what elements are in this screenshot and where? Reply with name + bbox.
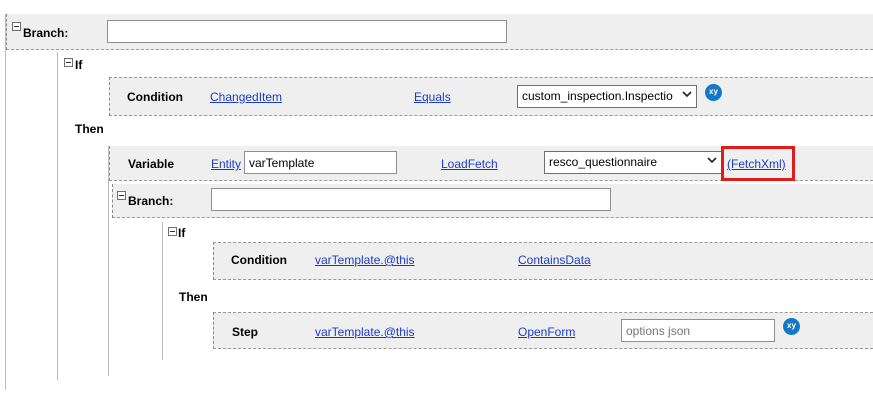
xy-variable-icon[interactable]: xy xyxy=(705,84,722,101)
inner-condition-left-operand-link[interactable]: varTemplate.@this xyxy=(315,253,415,267)
outer-branch-label: Branch: xyxy=(23,26,69,40)
step-row-left-dash xyxy=(213,312,214,349)
collapse-toggle-icon[interactable] xyxy=(117,191,126,200)
collapse-toggle-icon[interactable] xyxy=(64,58,73,67)
outer-condition-operator-link[interactable]: Equals xyxy=(414,90,451,104)
step-options-input[interactable] xyxy=(621,319,775,342)
tree-line-inner-if xyxy=(162,222,163,360)
tree-line-root xyxy=(5,14,6,390)
inner-branch-input[interactable] xyxy=(211,188,611,211)
outer-condition-label: Condition xyxy=(127,90,183,104)
variable-type-link[interactable]: Entity xyxy=(211,157,241,171)
outer-condition-value-select[interactable]: custom_inspection.Inspectio xyxy=(517,85,697,108)
step-target-link[interactable]: varTemplate.@this xyxy=(315,325,415,339)
inner-branch-label: Branch: xyxy=(128,194,174,208)
fetchxml-link[interactable]: (FetchXml) xyxy=(727,157,786,171)
variable-name-input[interactable] xyxy=(244,151,397,174)
outer-branch-input[interactable] xyxy=(107,20,507,43)
collapse-toggle-icon[interactable] xyxy=(168,227,177,236)
inner-branch-left-dash xyxy=(112,184,113,218)
inner-then-label: Then xyxy=(179,290,208,304)
variable-entity-select[interactable]: resco_questionnaire xyxy=(544,151,722,174)
xy-variable-icon[interactable]: xy xyxy=(783,318,800,335)
outer-condition-left-operand-link[interactable]: ChangedItem xyxy=(210,90,282,104)
inner-condition-operator-link[interactable]: ContainsData xyxy=(518,253,591,267)
inner-condition-left-dash xyxy=(213,242,214,280)
variable-label: Variable xyxy=(128,157,175,171)
tree-line-outer-if xyxy=(57,52,58,380)
chevron-down-icon xyxy=(682,91,692,98)
variable-action-link[interactable]: LoadFetch xyxy=(441,157,498,171)
collapse-toggle-icon[interactable] xyxy=(12,22,21,31)
inner-condition-label: Condition xyxy=(231,253,287,267)
inner-if-label: If xyxy=(178,226,186,240)
outer-then-label: Then xyxy=(75,122,104,136)
chevron-down-icon xyxy=(707,157,717,164)
step-label: Step xyxy=(232,325,259,339)
outer-condition-left-dash xyxy=(109,77,110,116)
outer-condition-value-text: custom_inspection.Inspectio xyxy=(522,89,673,103)
variable-row-left-dash xyxy=(109,146,110,181)
variable-entity-text: resco_questionnaire xyxy=(549,155,658,169)
outer-if-label: If xyxy=(75,58,83,72)
outer-branch-left-dash xyxy=(6,14,7,50)
step-action-link[interactable]: OpenForm xyxy=(518,325,575,339)
